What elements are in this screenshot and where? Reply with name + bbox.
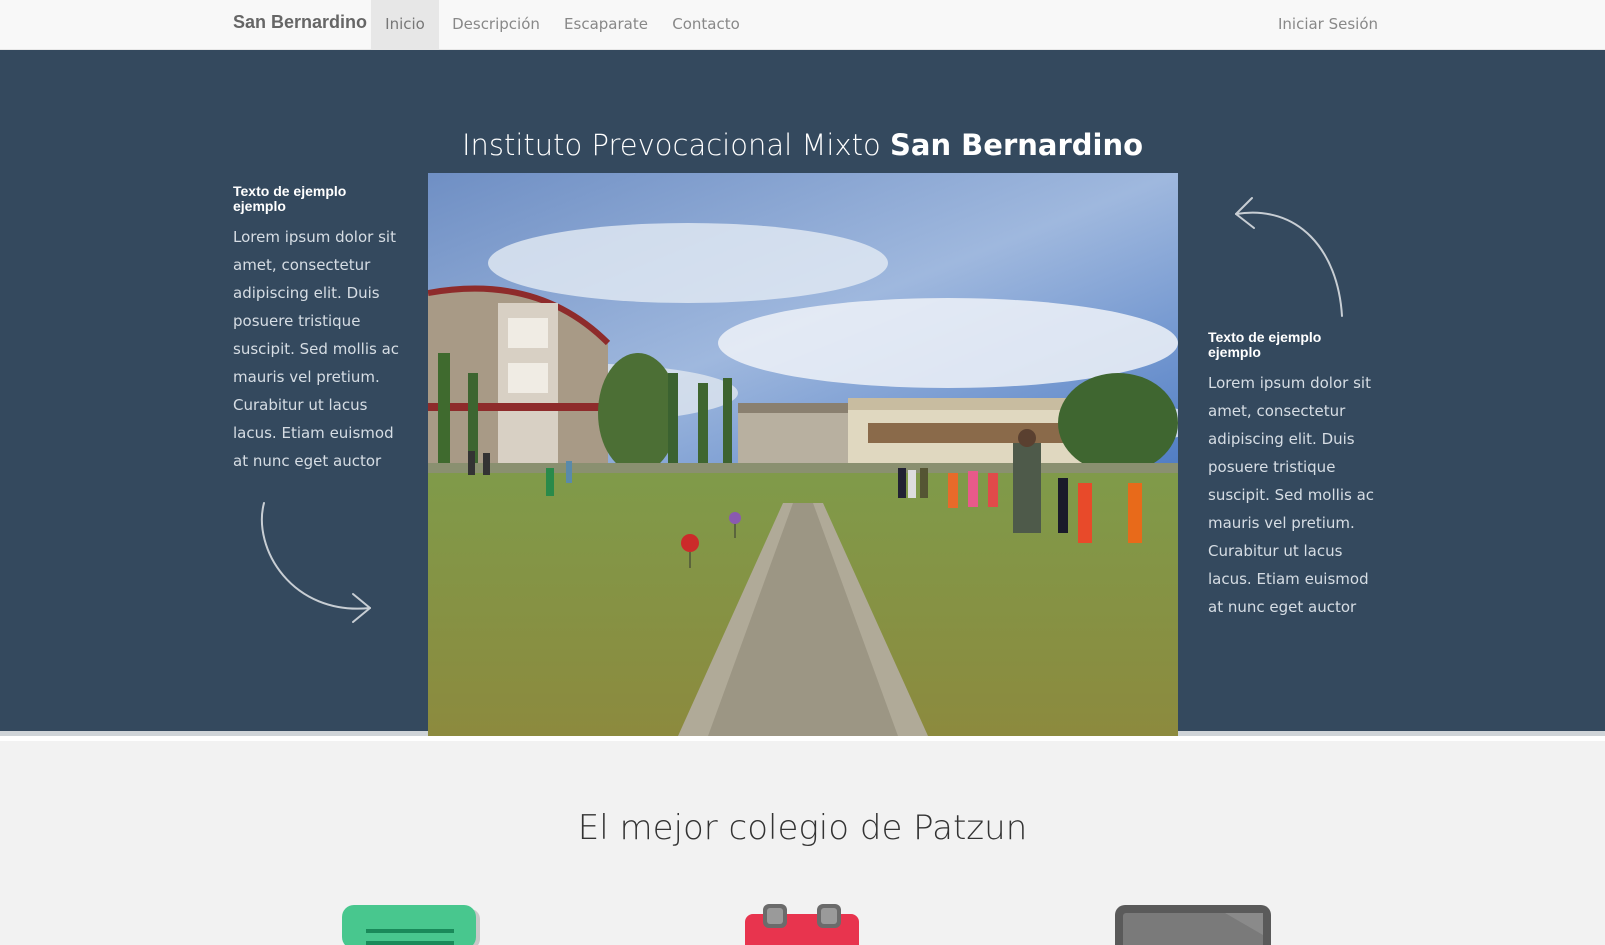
- school-photo: [428, 173, 1178, 736]
- left-text: Lorem ipsum dolor sit amet, consectetur …: [233, 228, 400, 470]
- hero-title: Instituto Prevocacional Mixto San Bernar…: [461, 128, 1144, 162]
- right-text: Lorem ipsum dolor sit amet, consectetur …: [1208, 374, 1375, 616]
- nav-item-descripcion[interactable]: Descripción: [442, 0, 550, 49]
- hero-title-strong: San Bernardino: [889, 128, 1144, 162]
- calendar-icon: [745, 904, 859, 945]
- curved-arrow-down-icon: [260, 502, 371, 623]
- navbar: San Bernardino Inicio Descripción Escapa…: [0, 0, 1605, 50]
- nav-item-contacto[interactable]: Contacto: [660, 0, 752, 49]
- left-heading: Texto de ejemplo ejemplo: [233, 183, 347, 214]
- curved-arrow-up-icon: [1235, 197, 1343, 317]
- nav-item-escaparate[interactable]: Escaparate: [556, 0, 656, 49]
- tablet-icon: [1115, 905, 1271, 945]
- login-link[interactable]: Iniciar Sesión: [1272, 0, 1384, 49]
- section-title: El mejor colegio de Patzun: [577, 808, 1028, 848]
- nav-item-inicio[interactable]: Inicio: [371, 0, 439, 49]
- right-heading: Texto de ejemplo ejemplo: [1208, 329, 1322, 360]
- brand-link[interactable]: San Bernardino: [233, 12, 367, 33]
- document-icon: [342, 905, 480, 945]
